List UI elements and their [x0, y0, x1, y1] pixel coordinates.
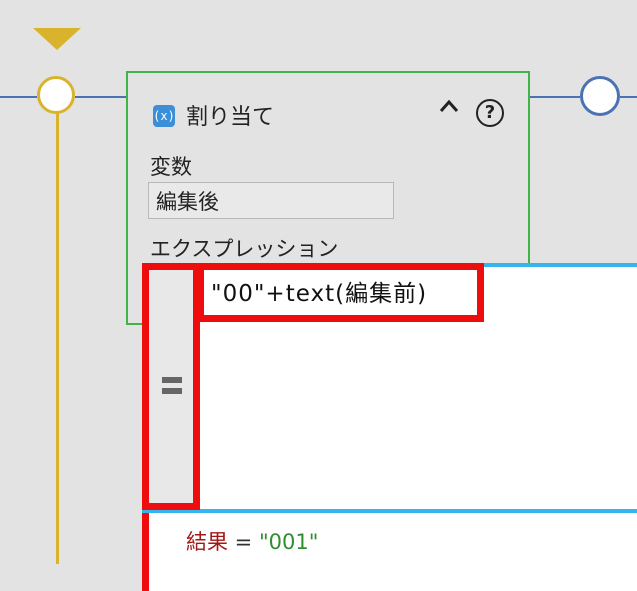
timeline-line	[56, 112, 59, 564]
flow-connector-end	[620, 96, 637, 98]
highlight-box-gutter	[142, 263, 200, 510]
expression-label: エクスプレッション	[150, 237, 339, 261]
variable-label: 変数	[150, 155, 192, 179]
flow-connector-right	[530, 96, 580, 98]
card-title: 割り当て	[186, 105, 275, 130]
flow-node-start[interactable]	[37, 76, 75, 114]
flow-connector-middle	[75, 96, 126, 98]
result-key: 結果	[186, 530, 228, 554]
variable-icon: (x)	[153, 105, 175, 127]
flow-connector-left	[0, 96, 37, 98]
chevron-up-icon[interactable]	[438, 95, 460, 125]
result-operator: =	[228, 530, 259, 554]
timeline-marker-icon[interactable]	[33, 28, 81, 50]
result-line: 結果 = "001"	[186, 526, 318, 556]
result-value: "001"	[258, 530, 319, 554]
flow-node-next[interactable]	[580, 76, 620, 116]
highlight-box-code	[197, 263, 484, 322]
variable-field[interactable]: 編集後	[148, 182, 394, 219]
help-icon[interactable]: ?	[476, 99, 504, 127]
